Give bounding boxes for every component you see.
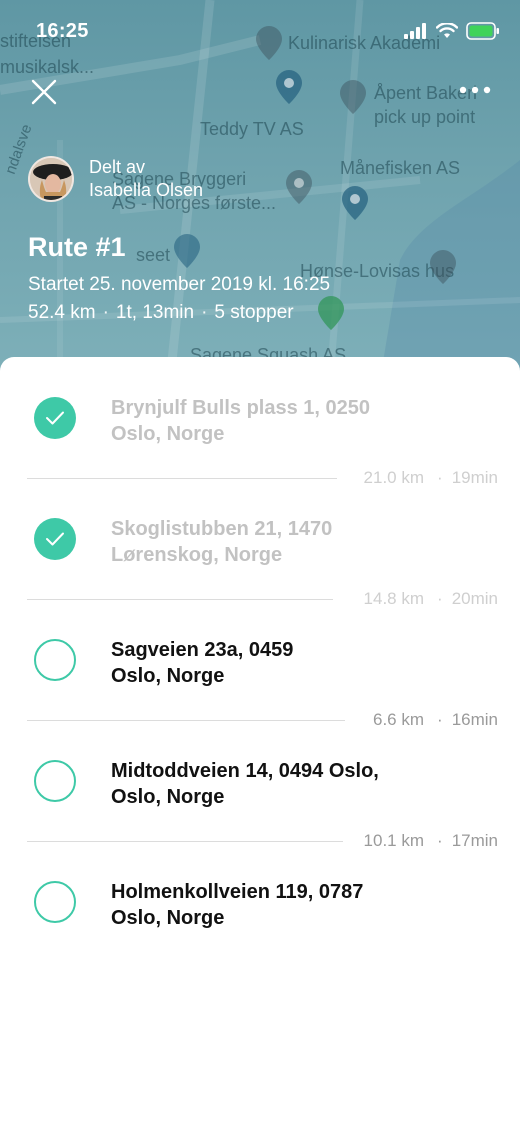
stop-checkbox-completed[interactable] (34, 397, 76, 439)
shared-by-name: Isabella Olsen (89, 180, 204, 200)
route-segment: 6.6 km · 16min (0, 709, 520, 731)
shared-by: Delt av Isabella Olsen (28, 156, 203, 202)
stop-checkbox-completed[interactable] (34, 518, 76, 560)
separator-dot: · (201, 302, 208, 323)
status-time: 16:25 (36, 20, 89, 42)
separator-dot: · (437, 468, 443, 487)
stop-item[interactable]: Midtoddveien 14, 0494 Oslo, Oslo, Norge (0, 742, 520, 824)
stop-checkbox[interactable] (34, 639, 76, 681)
segment-distance: 21.0 km (363, 468, 425, 487)
stop-address-line1: Brynjulf Bulls plass 1, 0250 (111, 397, 370, 419)
route-stop-count: 5 stopper (214, 302, 294, 323)
wifi-icon (436, 23, 458, 38)
segment-time: 16min (451, 710, 498, 729)
restaurant-pin-icon (340, 80, 366, 114)
route-duration: 1t, 13min (115, 302, 195, 323)
stop-address-line1: Sagveien 23a, 0459 (111, 639, 294, 661)
segment-time: 19min (451, 468, 498, 487)
status-bar: 16:25 (0, 0, 520, 62)
map-label: seet (136, 245, 171, 265)
map-pin-icon (286, 170, 312, 204)
divider (27, 478, 337, 479)
stop-address-line2: Oslo, Norge (111, 907, 225, 929)
segment-distance: 10.1 km (363, 831, 425, 850)
cafe-pin-icon (430, 250, 456, 284)
route-started: Startet 25. november 2019 kl. 16:25 (28, 274, 331, 295)
map-label: Teddy TV AS (200, 119, 304, 139)
more-icon (459, 86, 491, 94)
stop-item[interactable]: Brynjulf Bulls plass 1, 0250 Oslo, Norge (0, 379, 520, 461)
museum-pin-icon (174, 234, 200, 268)
divider (27, 720, 345, 721)
checkmark-icon (46, 532, 64, 546)
signal-icon (404, 23, 426, 39)
segment-distance: 14.8 km (363, 589, 425, 608)
stop-item[interactable]: Holmenkollveien 119, 0787 Oslo, Norge (0, 863, 520, 945)
segment-distance: 6.6 km (372, 710, 425, 729)
stop-address: Skoglistubben 21, 1470 Lørenskog, Norge (111, 516, 471, 568)
separator-dot: · (437, 831, 443, 850)
close-button[interactable] (28, 76, 60, 108)
divider (27, 599, 333, 600)
stop-address: Sagveien 23a, 0459 Oslo, Norge (111, 637, 471, 689)
stop-item[interactable]: Skoglistubben 21, 1470 Lørenskog, Norge (0, 500, 520, 582)
avatar (28, 156, 74, 202)
stop-address: Brynjulf Bulls plass 1, 0250 Oslo, Norge (111, 395, 471, 447)
stop-checkbox[interactable] (34, 760, 76, 802)
route-stats: 52.4 km · 1t, 13min · 5 stopper (28, 302, 294, 324)
stop-address-line2: Lørenskog, Norge (111, 544, 283, 566)
stop-address-line1: Midtoddveien 14, 0494 Oslo, (111, 760, 379, 782)
map-pin-icon (276, 70, 302, 104)
map-pin-icon (342, 186, 368, 220)
map-header: stiftelsen musikalsk... Kulinarisk Akade… (0, 0, 520, 380)
stop-checkbox[interactable] (34, 881, 76, 923)
route-segment: 10.1 km · 17min (0, 830, 520, 852)
stop-address-line2: Oslo, Norge (111, 423, 225, 445)
route-title: Rute #1 (28, 232, 126, 262)
checkmark-icon (46, 411, 64, 425)
divider (27, 841, 343, 842)
stop-address: Midtoddveien 14, 0494 Oslo, Oslo, Norge (111, 758, 471, 810)
separator-dot: · (437, 710, 443, 729)
shared-by-label: Delt av (89, 157, 146, 177)
stops-sheet: Brynjulf Bulls plass 1, 0250 Oslo, Norge… (0, 357, 520, 1126)
map-label: Månefisken AS (340, 158, 461, 178)
park-pin-icon (318, 296, 344, 330)
stop-address-line1: Skoglistubben 21, 1470 (111, 518, 333, 540)
stop-address-line1: Holmenkollveien 119, 0787 (111, 881, 364, 903)
segment-time: 20min (451, 589, 498, 608)
separator-dot: · (437, 589, 443, 608)
route-segment: 14.8 km · 20min (0, 588, 520, 610)
stop-address-line2: Oslo, Norge (111, 786, 225, 808)
separator-dot: · (102, 302, 109, 323)
map-label: pick up point (374, 107, 476, 127)
segment-time: 17min (451, 831, 498, 850)
stop-item[interactable]: Sagveien 23a, 0459 Oslo, Norge (0, 621, 520, 703)
more-options-button[interactable] (458, 80, 492, 100)
stop-address-line2: Oslo, Norge (111, 665, 225, 687)
status-icons (404, 22, 500, 40)
stop-address: Holmenkollveien 119, 0787 Oslo, Norge (111, 879, 471, 931)
battery-icon (466, 22, 499, 40)
route-segment: 21.0 km · 19min (0, 467, 520, 489)
route-distance: 52.4 km (28, 302, 96, 323)
close-icon (31, 79, 57, 105)
